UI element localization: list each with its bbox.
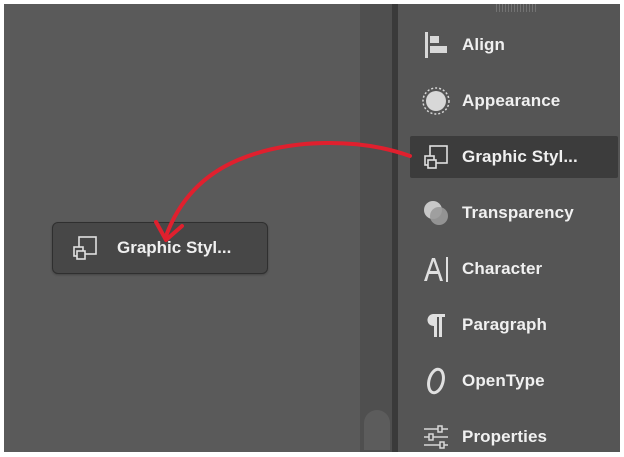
character-icon: [410, 249, 462, 289]
panel-item-label: Paragraph: [462, 315, 547, 334]
graphic-styles-icon: [410, 137, 462, 177]
scrollbar-thumb[interactable]: [364, 410, 390, 450]
graphic-styles-icon: [53, 223, 117, 273]
panel-grip-handle[interactable]: [496, 4, 536, 12]
panel-item-label: Align: [462, 35, 505, 54]
appearance-icon: [410, 81, 462, 121]
panel-item-graphic-styles[interactable]: Graphic Styl...: [410, 136, 618, 178]
panel-item-opentype[interactable]: OpenType: [410, 361, 618, 401]
paragraph-icon: [410, 305, 462, 345]
panel-item-properties[interactable]: Properties: [410, 417, 618, 457]
transparency-icon: [410, 193, 462, 233]
panel-item-label: Character: [462, 259, 543, 278]
dragged-panel-label: Graphic Styl...: [117, 238, 232, 257]
scrollbar-track[interactable]: [360, 4, 392, 452]
properties-icon: [410, 417, 462, 457]
panel-item-label: OpenType: [462, 371, 545, 390]
panel-item-label: Appearance: [462, 91, 561, 110]
panel-item-align[interactable]: Align: [410, 25, 618, 65]
panel-item-paragraph[interactable]: Paragraph: [410, 305, 618, 345]
panel-item-character[interactable]: Character: [410, 249, 618, 289]
panel-item-transparency[interactable]: Transparency: [410, 193, 618, 233]
panel-item-label: Graphic Styl...: [462, 147, 578, 166]
panel-item-label: Transparency: [462, 203, 574, 222]
panel-item-appearance[interactable]: Appearance: [410, 81, 618, 121]
align-icon: [410, 25, 462, 65]
screen: Align Appearance Graphic Styl... Transpa…: [0, 0, 624, 452]
opentype-icon: [410, 361, 462, 401]
dragged-graphic-styles-panel[interactable]: Graphic Styl...: [52, 222, 268, 274]
panel-item-label: Properties: [462, 427, 548, 446]
